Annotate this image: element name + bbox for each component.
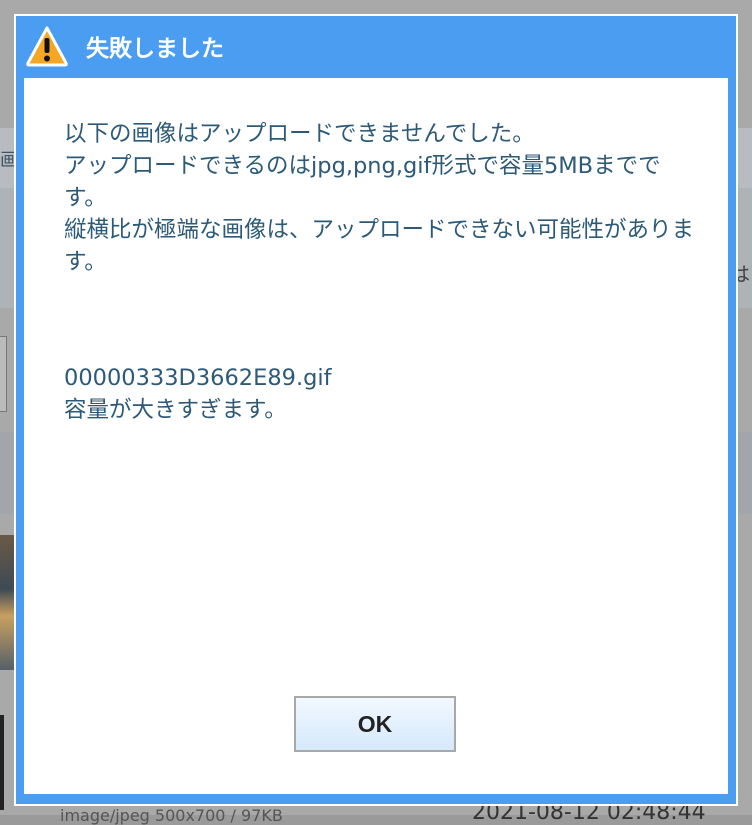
background-thumbnail xyxy=(0,535,14,670)
message-line: 以下の画像はアップロードできませんでした。 xyxy=(64,121,535,147)
message-line: 縦横比が極端な画像は、アップロードできない可能性があります。 xyxy=(64,217,695,275)
background-thumbnail xyxy=(0,715,4,810)
message-line: アップロードできるのはjpg,png,gif形式で容量5MBまでです。 xyxy=(64,153,661,211)
warning-icon xyxy=(24,23,70,69)
background-input-fragment xyxy=(0,336,7,412)
error-dialog: 失敗しました 以下の画像はアップロードできませんでした。 アップロードできるのは… xyxy=(14,14,738,806)
dialog-title: 失敗しました xyxy=(86,36,224,62)
dialog-message: 以下の画像はアップロードできませんでした。 アップロードできるのはjpg,png… xyxy=(64,118,694,426)
dialog-body: 以下の画像はアップロードできませんでした。 アップロードできるのはjpg,png… xyxy=(24,78,728,794)
background-image-info: image/jpeg 500x700 / 97KB xyxy=(60,806,283,825)
error-reason: 容量が大きすぎます。 xyxy=(64,397,287,423)
dialog-titlebar: 失敗しました xyxy=(16,16,736,76)
ok-button[interactable]: OK xyxy=(294,696,456,752)
error-file-name: 00000333D3662E89.gif xyxy=(64,365,332,391)
